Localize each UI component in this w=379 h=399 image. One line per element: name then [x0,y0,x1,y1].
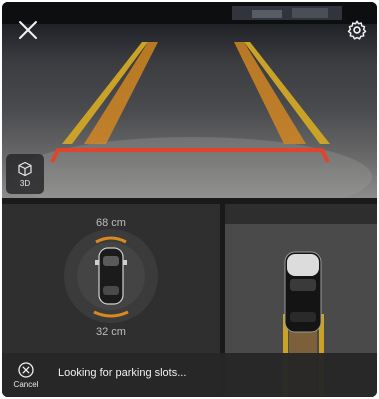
close-button[interactable] [8,10,48,50]
view-3d-button[interactable]: 3D [6,154,44,194]
cancel-icon [18,361,34,378]
cancel-button[interactable]: Cancel [6,356,46,394]
rear-camera-feed [2,2,377,198]
parking-assist-screen: 3D 68 cm 32 cm Cancel Looking for parkin… [2,2,377,397]
status-message: Looking for parking slots... [58,367,187,379]
rear-distance-label: 32 cm [96,326,126,338]
close-icon [19,21,37,39]
rear-camera-view: 3D [2,2,377,198]
cube-icon [18,161,32,176]
status-bar: Cancel Looking for parking slots... [2,353,377,397]
cancel-label: Cancel [13,379,39,389]
gear-icon [347,20,367,40]
left-path-band [84,42,158,144]
settings-button[interactable] [337,10,377,50]
view-3d-label: 3D [19,178,31,188]
right-path-band [234,42,306,144]
